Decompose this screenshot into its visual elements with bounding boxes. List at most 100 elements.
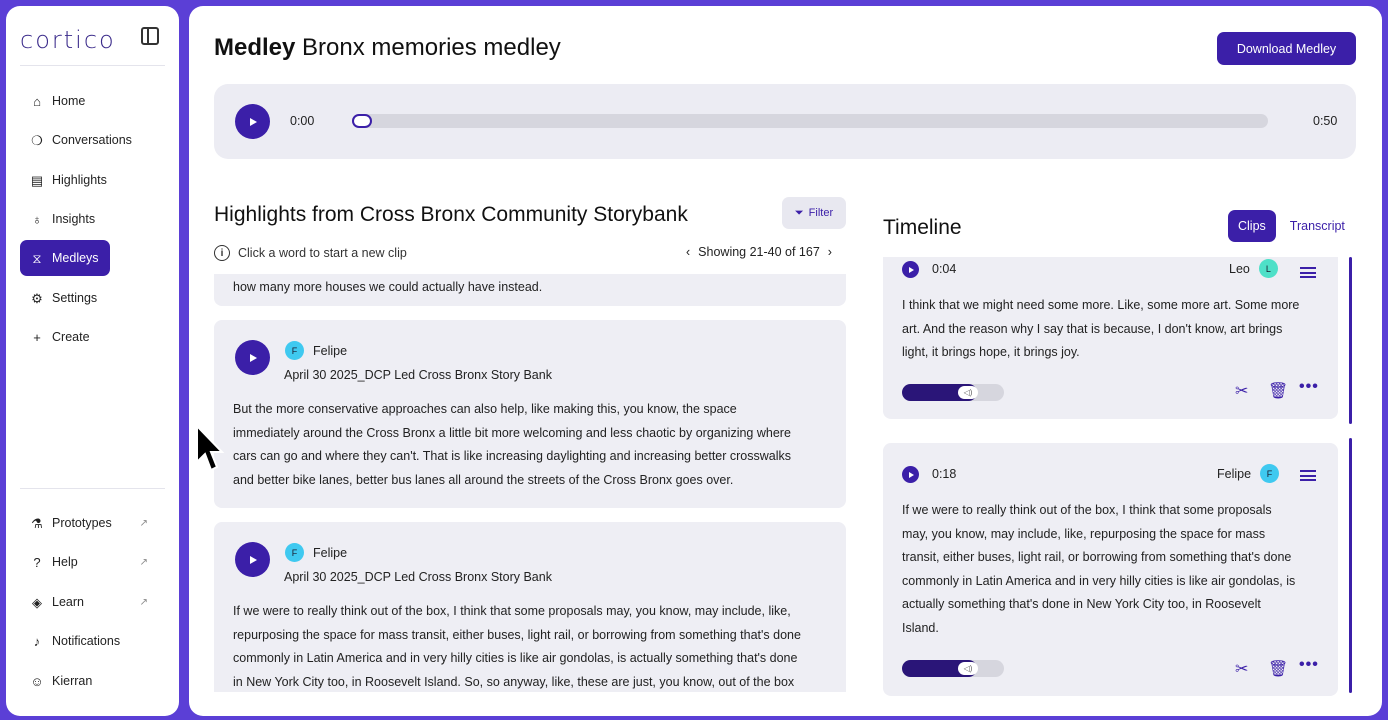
text-line[interactable]: immediately around the Cross Bronx a lit…: [233, 422, 829, 446]
clip-text: I think that we might need some more. Li…: [902, 294, 1322, 365]
drag-handle-icon[interactable]: [1300, 470, 1316, 481]
sidebar-item-medleys[interactable]: ⧖ Medleys: [20, 240, 110, 276]
pagination: ‹ Showing 21-40 of 167 ›: [686, 245, 832, 259]
chevron-right-icon[interactable]: ›: [828, 245, 832, 259]
graduation-cap-icon: ◈: [32, 594, 42, 610]
tab-transcript[interactable]: Transcript: [1280, 210, 1355, 242]
speaker-name: Felipe: [1217, 466, 1252, 481]
drag-handle-icon[interactable]: [1300, 267, 1316, 278]
audio-player: 0:00 0:50: [214, 84, 1356, 159]
text-line[interactable]: commonly in Latin America and in very hi…: [233, 647, 829, 671]
filter-button[interactable]: ⏷ Filter: [782, 197, 846, 229]
highlight-source[interactable]: April 30 2025_DCP Led Cross Bronx Story …: [284, 368, 552, 382]
play-icon[interactable]: [902, 261, 919, 278]
sidebar-item-label: Conversations: [52, 133, 132, 147]
user-icon: ☺: [30, 673, 44, 689]
highlight-card: how many more houses we could actually h…: [214, 274, 846, 306]
sidebar-item-label: Learn: [52, 595, 84, 609]
volume-icon[interactable]: ◁): [958, 386, 978, 399]
scissors-icon[interactable]: ✂: [1235, 381, 1248, 401]
text-line[interactable]: and better bike lanes, better bus lanes …: [233, 469, 829, 493]
sidebar-item-label: Kierran: [52, 674, 93, 688]
text-line[interactable]: in New York City too, in Roosevelt Islan…: [233, 671, 829, 693]
text-line: light, it brings hope, it brings joy.: [902, 345, 1080, 359]
external-link-icon: ↗: [139, 517, 148, 529]
sidebar-item-highlights[interactable]: ▤ Highlights: [20, 162, 110, 198]
info-icon: i: [214, 245, 230, 261]
text-line: Island.: [902, 620, 939, 635]
timeline-clip: 0:18 Felipe F If we were to really think…: [883, 443, 1338, 696]
sidebar-divider: [20, 488, 165, 489]
clip-hint-text: Click a word to start a new clip: [238, 246, 407, 260]
sidebar-item-home[interactable]: ⌂ Home: [20, 83, 110, 119]
filter-label: Filter: [808, 207, 834, 219]
speaker-name: Leo: [1229, 261, 1250, 276]
mouse-cursor-icon: [196, 424, 225, 472]
page-title-bold: Medley: [214, 34, 296, 61]
text-line[interactable]: If we were to really think out of the bo…: [233, 600, 829, 624]
text-line: actually something that's done in New Yo…: [902, 597, 1261, 611]
text-line: may, you know, may include, like, repurp…: [902, 526, 1266, 541]
sidebar-item-label: Medleys: [52, 251, 99, 265]
highlight-text[interactable]: If we were to really think out of the bo…: [233, 600, 829, 692]
volume-slider[interactable]: ◁): [902, 660, 1004, 677]
sidebar-divider: [20, 65, 165, 66]
flask-icon: ⚗: [31, 515, 43, 531]
more-icon[interactable]: •••: [1299, 656, 1319, 674]
sidebar-item-label: Home: [52, 94, 86, 108]
highlight-text[interactable]: But the more conservative approaches can…: [233, 398, 829, 492]
speaker-name: Felipe: [313, 545, 348, 560]
avatar: F: [285, 543, 304, 562]
sidebar-item-conversations[interactable]: ❍ Conversations: [20, 122, 148, 158]
sidebar-item-create[interactable]: + Create: [20, 319, 110, 355]
main-panel: Medley Bronx memories medley Download Me…: [189, 6, 1382, 716]
text-line[interactable]: repurposing the space for mass transit, …: [233, 624, 829, 648]
sidebar-collapse-icon[interactable]: [141, 27, 159, 45]
play-icon[interactable]: [235, 340, 270, 375]
text-line: If we were to really think out of the bo…: [902, 503, 1272, 517]
volume-icon[interactable]: ◁): [958, 662, 978, 675]
highlight-speaker: F Felipe: [285, 341, 347, 360]
sidebar: cortico ⌂ Home ❍ Conversations ▤ Highlig…: [6, 6, 179, 716]
clip-hint: i Click a word to start a new clip: [214, 245, 407, 261]
text-line: art. And the reason why I say that is be…: [902, 321, 1283, 336]
external-link-icon: ↗: [139, 596, 148, 608]
avatar: F: [285, 341, 304, 360]
clip-speaker: Leo L: [1229, 259, 1278, 278]
volume-slider[interactable]: ◁): [902, 384, 1004, 401]
clip-marker: [1349, 438, 1352, 693]
chevron-left-icon[interactable]: ‹: [686, 245, 690, 259]
tab-clips[interactable]: Clips: [1228, 210, 1276, 242]
play-icon[interactable]: [902, 466, 919, 483]
trash-icon[interactable]: 🗑: [1268, 659, 1288, 679]
sidebar-item-label: Insights: [52, 212, 96, 226]
player-progress-thumb[interactable]: [352, 114, 372, 128]
text-line[interactable]: cars can go and where they can't. That i…: [233, 445, 829, 469]
sidebar-item-help[interactable]: ? Help ↗: [20, 544, 148, 580]
player-progress-track[interactable]: [352, 114, 1268, 128]
sidebar-item-prototypes[interactable]: ⚗ Prototypes ↗: [20, 505, 148, 541]
gear-icon: ⚙: [31, 290, 43, 306]
sidebar-item-settings[interactable]: ⚙ Settings: [20, 280, 110, 316]
sidebar-item-insights[interactable]: ♁ Insights: [20, 201, 110, 237]
trash-icon[interactable]: 🗑: [1268, 381, 1288, 401]
sidebar-item-notifications[interactable]: ♪ Notifications: [20, 623, 148, 659]
sidebar-item-account[interactable]: ☺ Kierran: [20, 663, 148, 699]
play-icon[interactable]: [235, 104, 270, 139]
highlights-list: how many more houses we could actually h…: [214, 274, 846, 692]
avatar: F: [1260, 464, 1280, 483]
more-icon[interactable]: •••: [1299, 378, 1319, 396]
scissors-icon[interactable]: ✂: [1235, 659, 1248, 679]
highlight-text[interactable]: how many more houses we could actually h…: [233, 276, 829, 300]
highlight-source[interactable]: April 30 2025_DCP Led Cross Bronx Story …: [284, 570, 552, 584]
text-line[interactable]: But the more conservative approaches can…: [233, 398, 829, 422]
download-medley-button[interactable]: Download Medley: [1217, 32, 1356, 65]
highlight-card: F Felipe April 30 2025_DCP Led Cross Bro…: [214, 522, 846, 692]
clip-speaker: Felipe F: [1217, 464, 1280, 483]
conversations-icon: ❍: [31, 132, 43, 148]
avatar: L: [1258, 259, 1278, 278]
brand-logo[interactable]: cortico: [20, 26, 116, 54]
play-icon[interactable]: [235, 542, 270, 577]
sidebar-item-learn[interactable]: ◈ Learn ↗: [20, 584, 148, 620]
sidebar-item-label: Create: [52, 330, 90, 344]
